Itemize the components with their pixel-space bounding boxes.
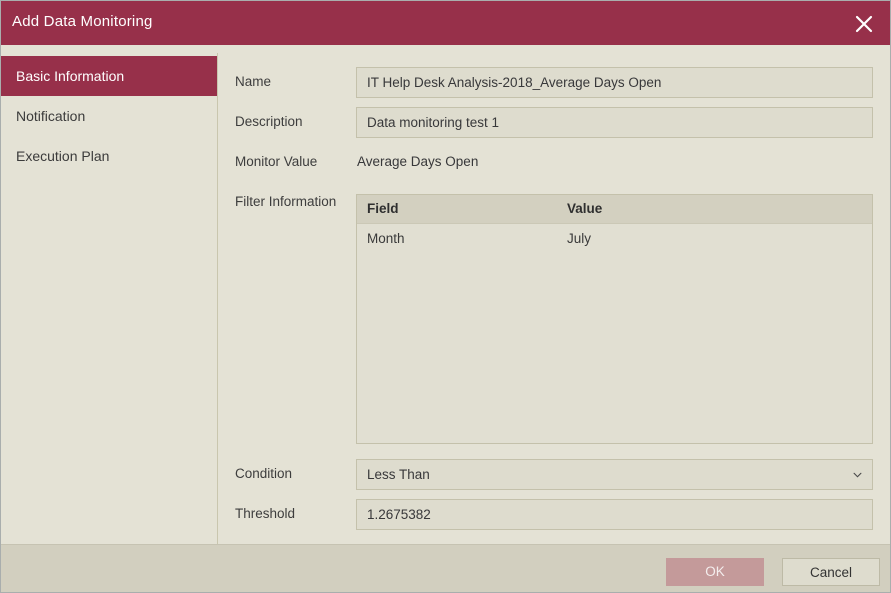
sidebar-item-execution-plan[interactable]: Execution Plan [1,136,217,176]
cell-value: July [567,231,592,246]
close-button[interactable] [836,1,890,45]
cancel-button[interactable]: Cancel [782,558,880,586]
threshold-input[interactable]: 1.2675382 [356,499,873,530]
description-label: Description [235,114,303,129]
monitor-value-label: Monitor Value [235,154,318,169]
sidebar-item-label: Basic Information [16,68,125,84]
table-row[interactable]: Month July [357,224,872,254]
close-icon [855,15,873,33]
monitor-value-text: Average Days Open [357,154,479,169]
cell-field: Month [367,231,405,246]
column-header-field: Field [367,201,399,216]
sidebar-item-basic-information[interactable]: Basic Information [1,56,217,96]
filter-information-table: Field Value Month July [356,194,873,444]
name-label: Name [235,74,272,89]
sidebar-item-label: Execution Plan [16,148,110,164]
dialog-sidebar: Basic Information Notification Execution… [1,45,217,544]
table-header-row: Field Value [357,195,872,224]
dialog-title: Add Data Monitoring [12,13,153,30]
ok-button[interactable]: OK [666,558,764,586]
column-header-value: Value [567,201,603,216]
condition-label: Condition [235,466,293,481]
description-input[interactable]: Data monitoring test 1 [356,107,873,138]
threshold-label: Threshold [235,506,296,521]
sidebar-item-label: Notification [16,108,86,124]
dialog-titlebar: Add Data Monitoring [1,1,890,45]
sidebar-divider [217,53,218,544]
filter-information-label: Filter Information [235,194,337,209]
condition-selected-value: Less Than [367,467,430,482]
dialog-footer: OK Cancel [1,544,890,592]
sidebar-item-notification[interactable]: Notification [1,96,217,136]
add-data-monitoring-dialog: Add Data Monitoring Basic Information No… [0,0,891,593]
name-input[interactable]: IT Help Desk Analysis-2018_Average Days … [356,67,873,98]
condition-select[interactable]: Less Than [356,459,873,490]
chevron-down-icon [853,472,862,478]
